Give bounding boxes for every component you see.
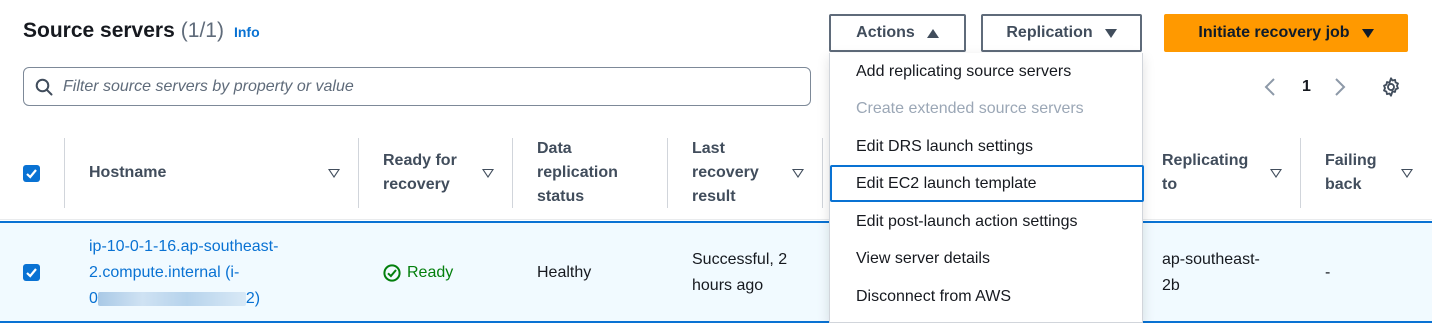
column-divider: [667, 138, 668, 208]
initiate-recovery-job-button[interactable]: Initiate recovery job: [1164, 14, 1408, 52]
page-title: Source servers: [23, 19, 175, 42]
menu-item-disconnect-from-aws[interactable]: Disconnect from AWS: [830, 278, 1144, 315]
column-divider: [1300, 138, 1301, 208]
sort-icon[interactable]: [1270, 169, 1282, 178]
menu-item-edit-ec2-launch-template[interactable]: Edit EC2 launch template: [830, 165, 1144, 202]
sort-icon[interactable]: [792, 169, 804, 178]
last-recovery-result-value: Successful, 2 hours ago: [692, 251, 788, 294]
column-divider: [64, 138, 65, 208]
caret-up-icon: [926, 28, 939, 38]
caret-down-icon: [1361, 28, 1374, 38]
hostname-link[interactable]: ip-10-0-1-16.ap-southeast- 2.compute.int…: [89, 234, 349, 312]
previous-page-button[interactable]: [1264, 74, 1276, 100]
redacted-instance-id: [97, 291, 246, 306]
info-link[interactable]: Info: [234, 24, 260, 40]
column-divider: [822, 138, 823, 208]
column-header-hostname[interactable]: Hostname: [89, 126, 166, 220]
sort-icon[interactable]: [482, 169, 494, 178]
column-header-replicating-to[interactable]: Replicating to: [1162, 126, 1248, 220]
ready-status: Ready: [383, 260, 453, 286]
replication-label: Replication: [1006, 24, 1093, 41]
failing-back-value: -: [1325, 264, 1331, 281]
row-checkbox[interactable]: [23, 264, 40, 281]
check-icon: [26, 169, 37, 179]
filter-input[interactable]: [63, 77, 763, 96]
search-icon: [35, 78, 53, 95]
preferences-button[interactable]: [1380, 74, 1402, 100]
server-count: (1/1): [180, 19, 224, 42]
column-header-ready-for-recovery[interactable]: Ready for recovery: [383, 126, 457, 220]
replicating-to-value: ap-southeast- 2b: [1162, 251, 1260, 294]
menu-item-create-extended-source-servers: Create extended source servers: [856, 99, 1084, 117]
status-success-icon: [383, 264, 401, 282]
caret-down-icon: [1104, 28, 1117, 38]
replication-status-value: Healthy: [537, 264, 592, 281]
menu-item-add-replicating-source-servers[interactable]: Add replicating source servers: [830, 53, 1144, 90]
table-header: Hostname Ready for recovery Data replica…: [0, 126, 1432, 220]
check-icon: [26, 268, 37, 278]
chevron-right-icon: [1335, 78, 1346, 96]
column-header-last-recovery-result[interactable]: Last recovery result: [692, 126, 759, 220]
gear-icon: [1383, 77, 1399, 97]
actions-label: Actions: [856, 24, 915, 41]
actions-menu: Add replicating source servers Create ex…: [829, 53, 1144, 323]
sort-icon[interactable]: [328, 169, 340, 178]
table-row[interactable]: ip-10-0-1-16.ap-southeast- 2.compute.int…: [0, 221, 1432, 323]
column-header-data-replication-status[interactable]: Data replication status: [537, 126, 618, 220]
column-header-failing-back[interactable]: Failing back: [1325, 126, 1377, 220]
chevron-left-icon: [1264, 78, 1275, 96]
menu-item-view-server-details[interactable]: View server details: [830, 240, 1144, 277]
replication-button[interactable]: Replication: [981, 14, 1142, 52]
menu-item-edit-drs-launch-settings[interactable]: Edit DRS launch settings: [830, 128, 1144, 165]
select-all-checkbox[interactable]: [23, 165, 40, 182]
initiate-label: Initiate recovery job: [1198, 24, 1350, 41]
menu-item-edit-post-launch-action-settings[interactable]: Edit post-launch action settings: [830, 203, 1144, 240]
current-page-number[interactable]: 1: [1302, 74, 1311, 100]
actions-button[interactable]: Actions: [829, 14, 966, 52]
section-header: Source servers (1/1) Info: [23, 19, 260, 47]
column-divider: [512, 138, 513, 208]
column-divider: [358, 138, 359, 208]
next-page-button[interactable]: [1334, 74, 1346, 100]
filter-field[interactable]: [23, 67, 811, 106]
sort-icon[interactable]: [1401, 169, 1413, 178]
